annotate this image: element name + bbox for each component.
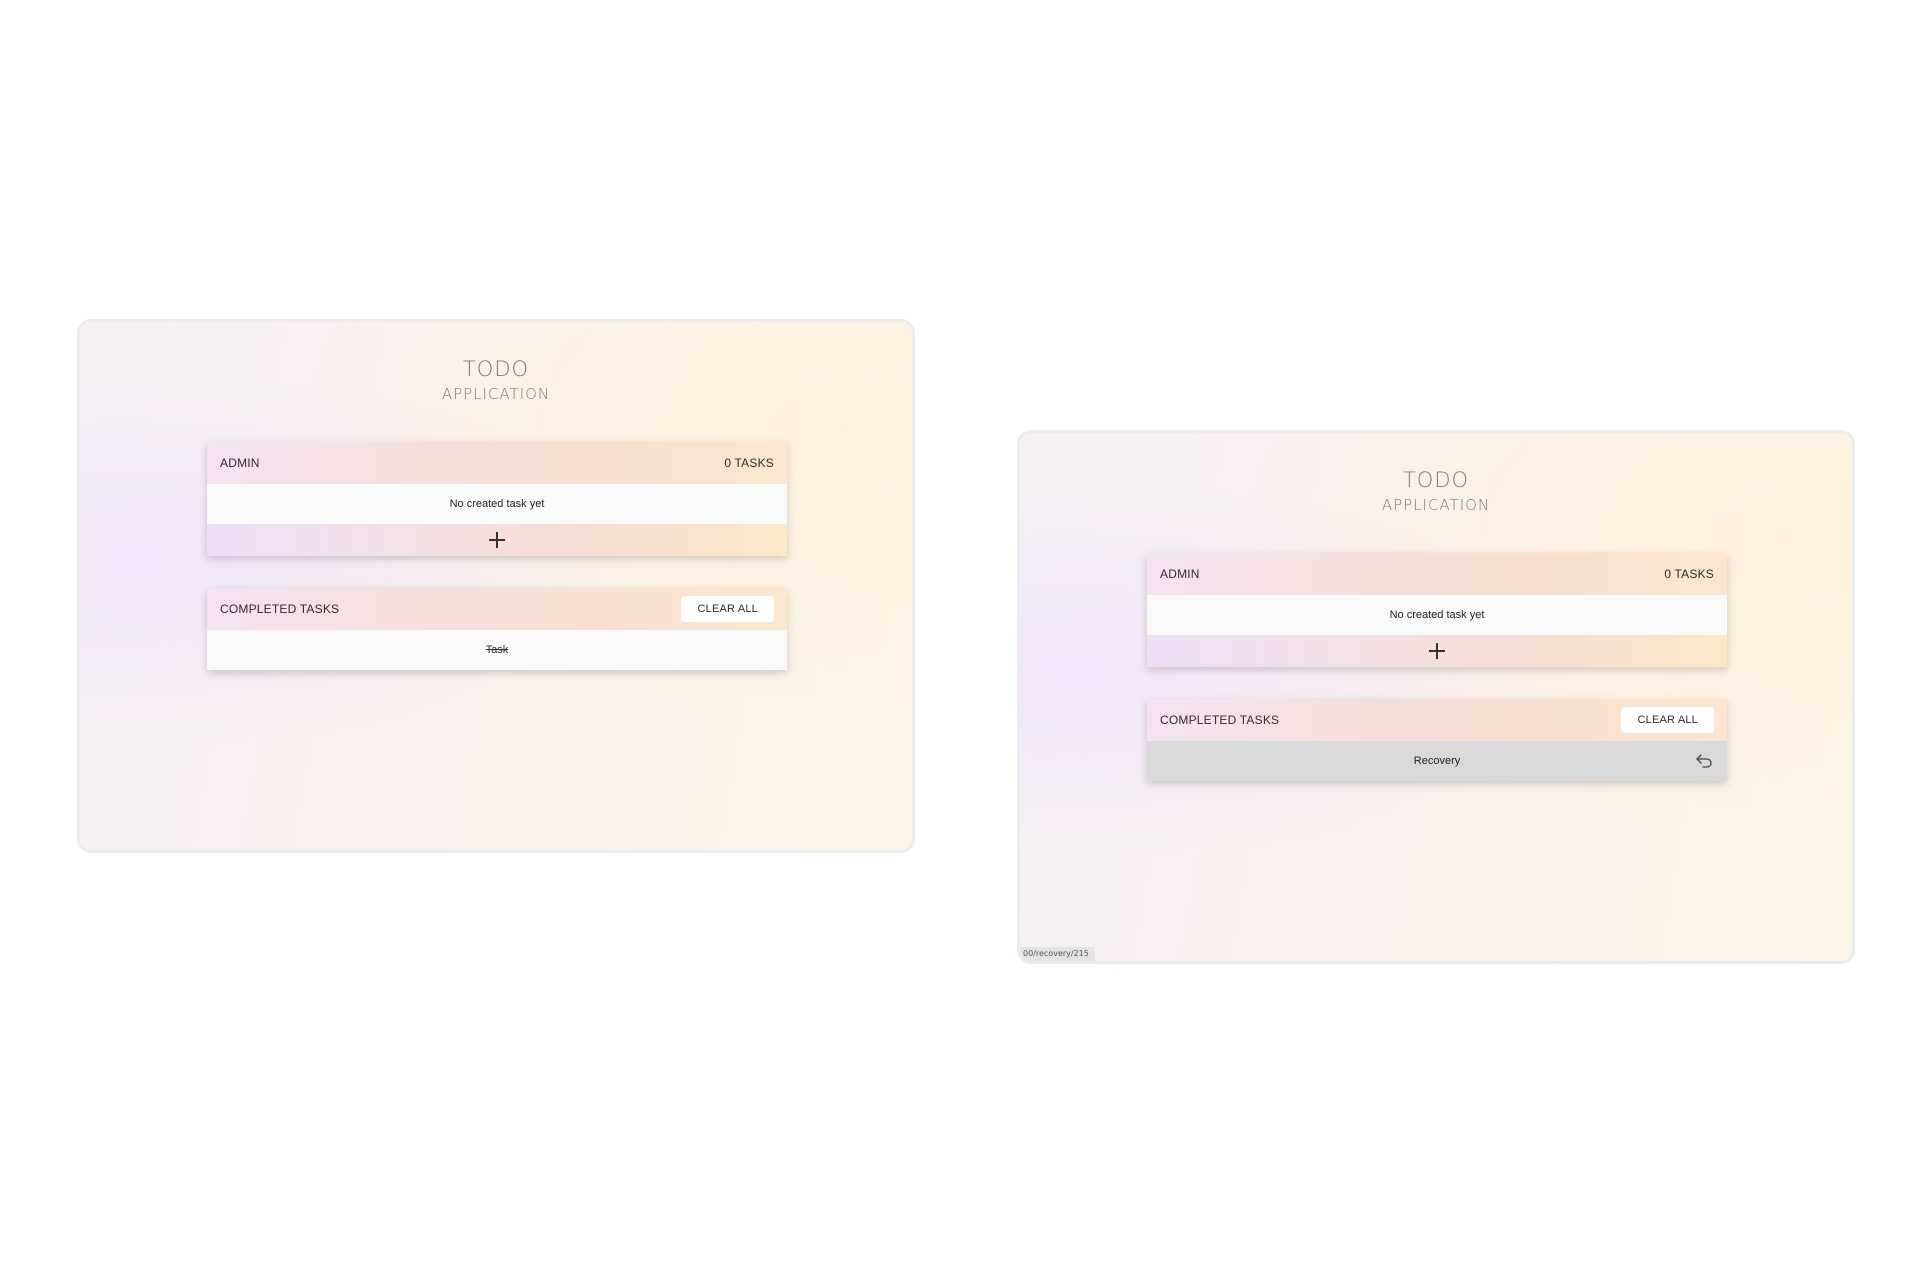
app-title-application: APPLICATION	[1381, 496, 1491, 514]
completed-task-item-hover[interactable]: Recovery	[1147, 741, 1727, 781]
empty-task-message: No created task yet	[207, 484, 787, 524]
tasks-card-header: ADMIN 0 TASKS	[207, 442, 787, 484]
recovery-label: Recovery	[1413, 755, 1461, 767]
completed-task-item[interactable]: Task	[207, 630, 787, 670]
completed-tasks-heading: COMPLETED TASKS	[1160, 713, 1280, 727]
completed-task-text: Task	[485, 644, 509, 656]
empty-task-text: No created task yet	[1389, 609, 1485, 621]
completed-tasks-card: COMPLETED TASKS CLEAR ALL Task	[207, 588, 787, 670]
tasks-card: ADMIN 0 TASKS No created task yet	[1147, 553, 1727, 667]
app-title-todo: TODO	[1402, 468, 1470, 492]
screenshot-stage: TODO APPLICATION ADMIN 0 TASKS No create…	[0, 0, 1920, 1280]
app-title: TODO APPLICATION	[1020, 467, 1852, 516]
completed-tasks-header: COMPLETED TASKS CLEAR ALL	[1147, 699, 1727, 741]
add-task-button[interactable]	[1147, 635, 1727, 667]
task-count: 0 TASKS	[724, 456, 774, 470]
clear-all-button[interactable]: CLEAR ALL	[1621, 707, 1714, 733]
plus-icon	[489, 532, 505, 548]
undo-icon[interactable]	[1695, 753, 1713, 769]
user-label: ADMIN	[1160, 567, 1200, 581]
completed-tasks-heading: COMPLETED TASKS	[220, 602, 340, 616]
completed-tasks-card: COMPLETED TASKS CLEAR ALL Recovery	[1147, 699, 1727, 781]
todo-app-window-left: TODO APPLICATION ADMIN 0 TASKS No create…	[77, 319, 915, 853]
app-title: TODO APPLICATION	[80, 356, 912, 405]
status-bar-url: 00/recovery/215	[1020, 947, 1095, 961]
todo-app-window-right: TODO APPLICATION ADMIN 0 TASKS No create…	[1017, 430, 1855, 964]
empty-task-text: No created task yet	[449, 498, 545, 510]
empty-task-message: No created task yet	[1147, 595, 1727, 635]
task-count: 0 TASKS	[1664, 567, 1714, 581]
app-title-todo: TODO	[462, 357, 530, 381]
clear-all-button[interactable]: CLEAR ALL	[681, 596, 774, 622]
tasks-card: ADMIN 0 TASKS No created task yet	[207, 442, 787, 556]
completed-tasks-header: COMPLETED TASKS CLEAR ALL	[207, 588, 787, 630]
tasks-card-header: ADMIN 0 TASKS	[1147, 553, 1727, 595]
add-task-button[interactable]	[207, 524, 787, 556]
app-title-application: APPLICATION	[441, 385, 551, 403]
plus-icon	[1429, 643, 1445, 659]
user-label: ADMIN	[220, 456, 260, 470]
